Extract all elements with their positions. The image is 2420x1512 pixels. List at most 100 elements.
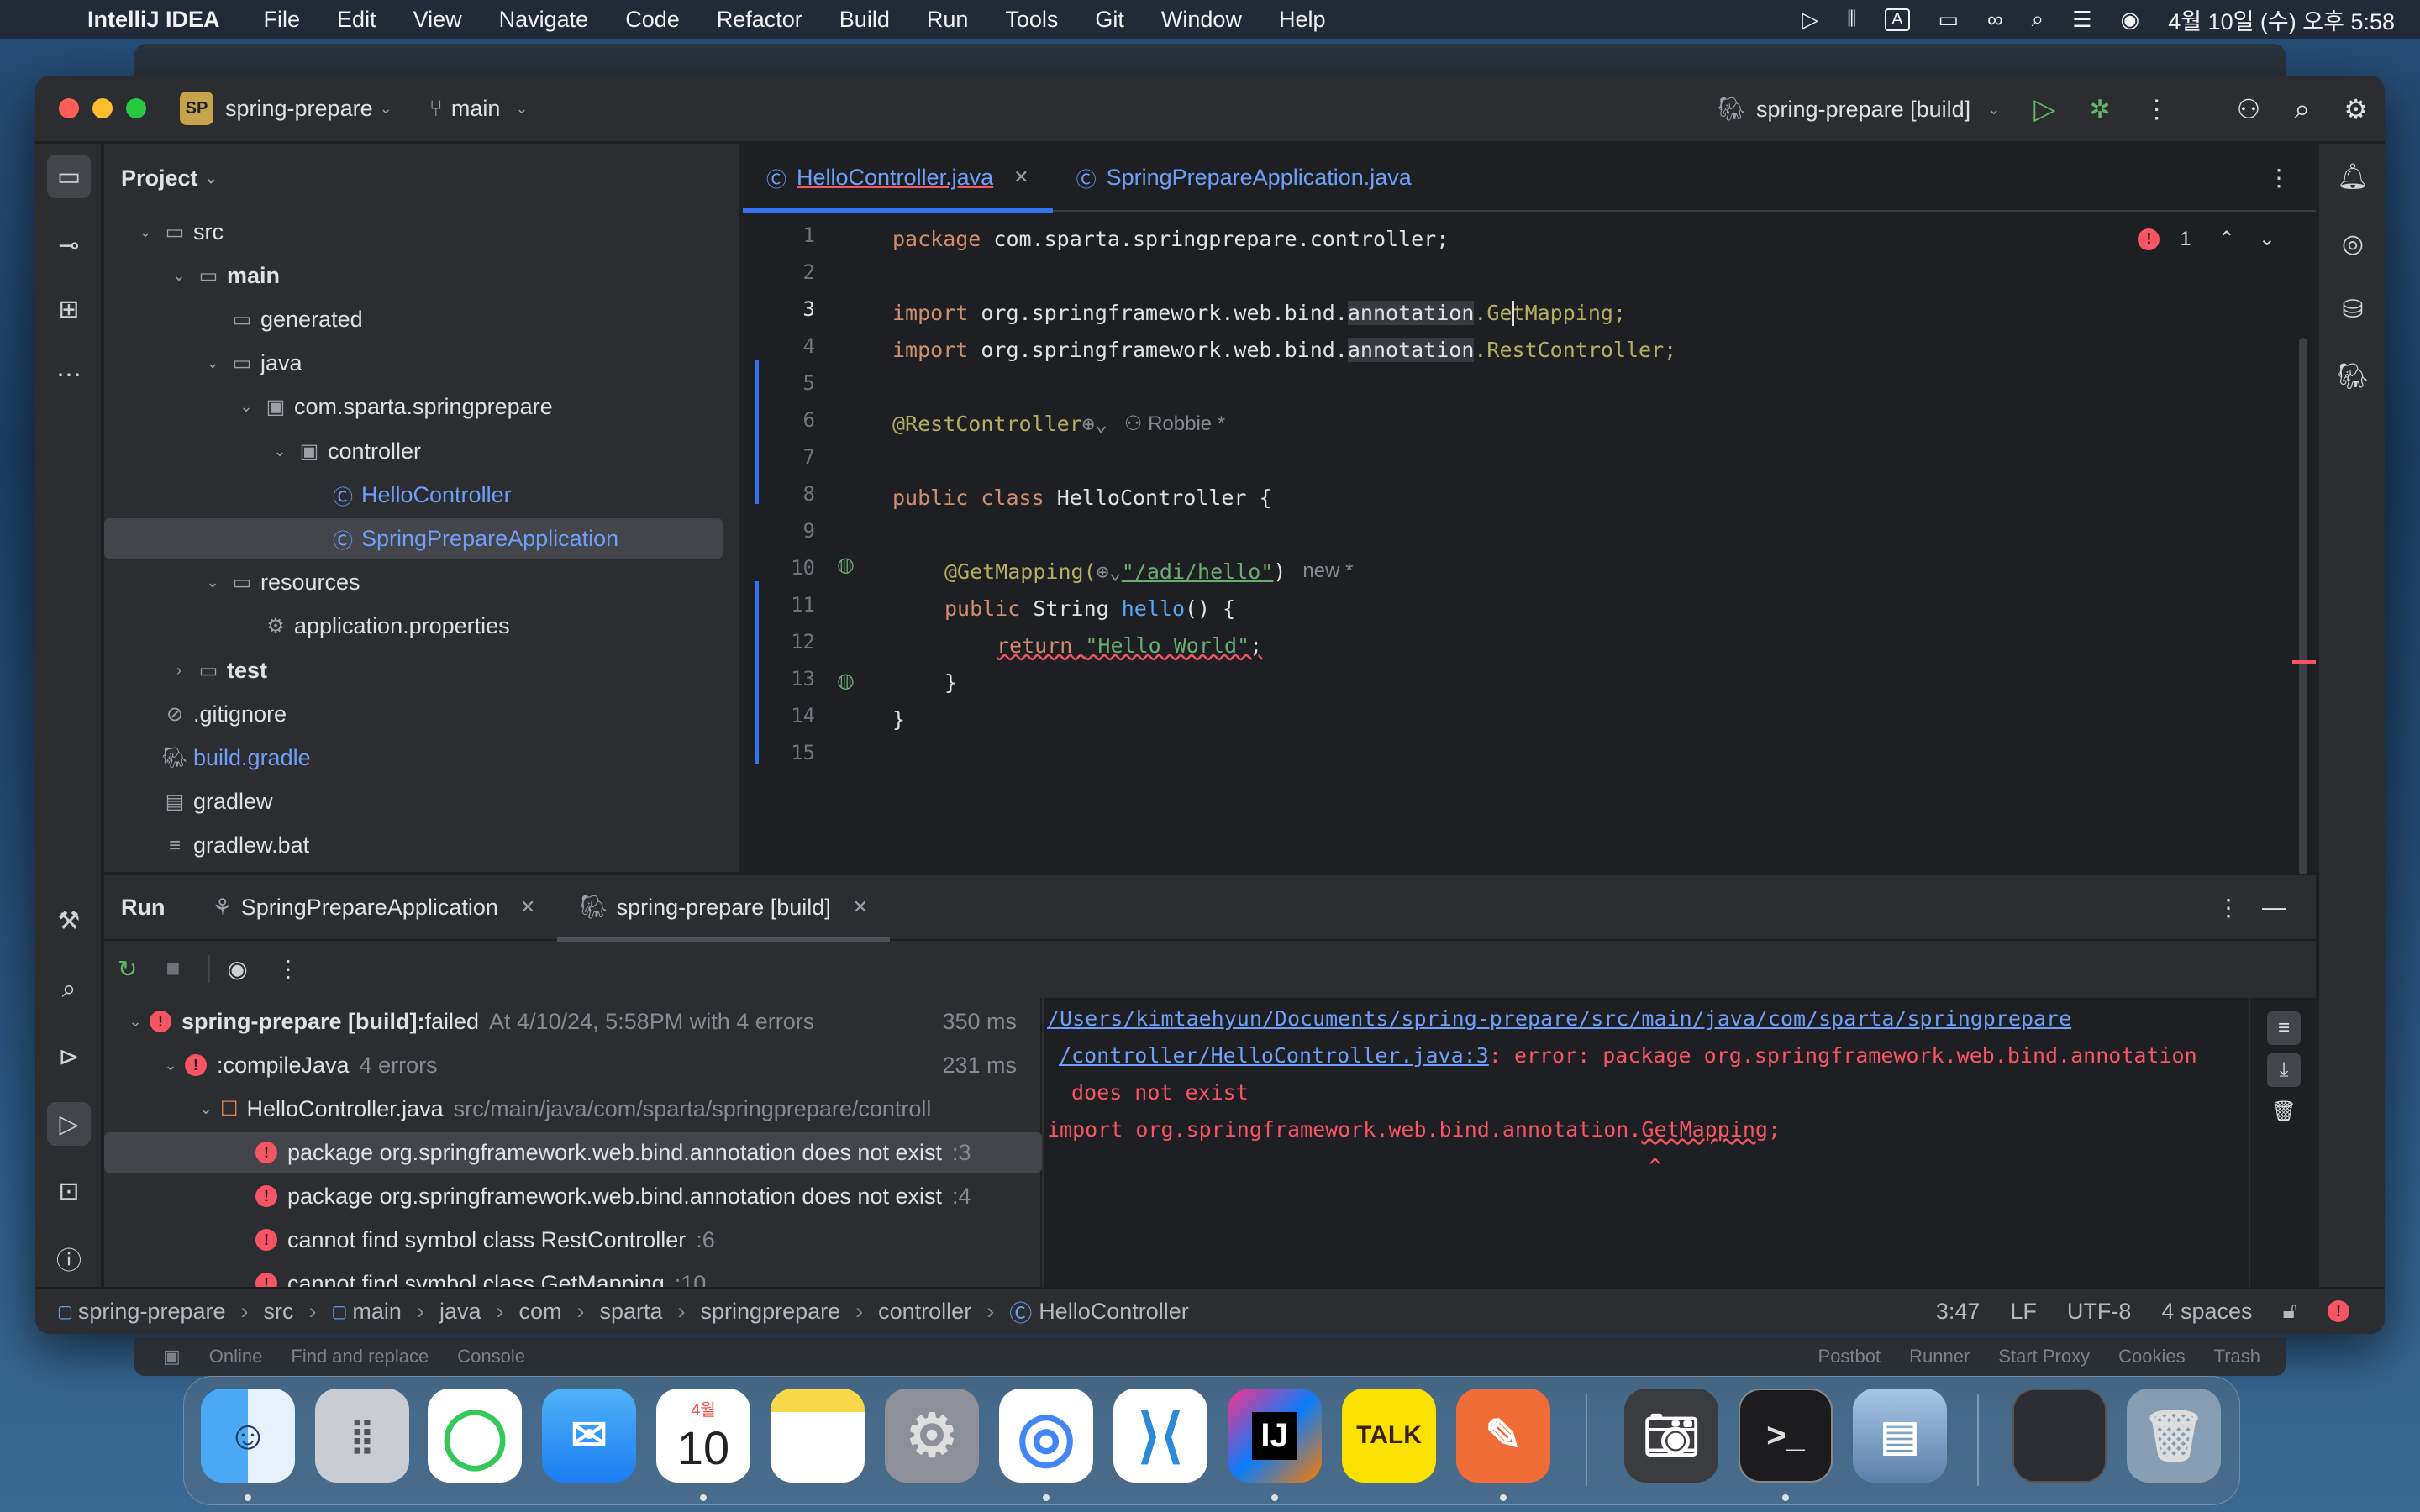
chevron-down-icon[interactable]: ⌄ bbox=[198, 354, 227, 372]
problems-icon[interactable]: ⓘ bbox=[47, 1236, 91, 1280]
branch-selector[interactable]: ⑂ main ⌄ bbox=[429, 96, 529, 122]
close-tab-icon[interactable]: ✕ bbox=[853, 896, 868, 918]
code-line-10[interactable]: @GetMapping(⊕⌄ "/adi/hello") new * bbox=[944, 553, 1353, 590]
tree-item[interactable]: ⌄ ▭ src bbox=[104, 212, 723, 252]
eye-icon[interactable]: ◉ bbox=[208, 954, 248, 983]
preview-icon[interactable]: ▤ bbox=[1853, 1389, 1947, 1483]
notifications-bell-icon[interactable]: 🔔︎ bbox=[2331, 155, 2375, 198]
tree-item[interactable]: ⚙ application.properties bbox=[104, 606, 723, 647]
tree-item[interactable]: 🐘︎ build.gradle bbox=[104, 738, 723, 778]
build-tree-row[interactable]: ⌄! spring-prepare [build]: failed At 4/10/… bbox=[104, 1001, 1042, 1042]
tree-item[interactable]: ≡ gradlew.bat bbox=[104, 826, 723, 866]
code-line-12[interactable]: return "Hello World"; bbox=[997, 627, 1262, 664]
scroll-to-end-icon[interactable]: ⤓ bbox=[2267, 1053, 2301, 1087]
breadcrumb-item[interactable]: springprepare bbox=[701, 1299, 841, 1325]
chevron-down-icon[interactable]: ⌄ bbox=[165, 267, 193, 285]
breadcrumb-item[interactable]: sparta bbox=[599, 1299, 662, 1325]
menu-navigate[interactable]: Navigate bbox=[499, 7, 589, 33]
breadcrumb-item[interactable]: java bbox=[439, 1299, 481, 1325]
debug-icon[interactable]: ✲ bbox=[2089, 95, 2110, 124]
menu-refactor[interactable]: Refactor bbox=[717, 7, 802, 33]
line-separator[interactable]: LF bbox=[2010, 1299, 2037, 1325]
settings-gear-icon[interactable]: ⚙ bbox=[2344, 93, 2368, 125]
gutter-endpoint-icon[interactable]: ◍ bbox=[837, 669, 855, 693]
ai-assistant-icon[interactable]: ◎ bbox=[2331, 222, 2375, 265]
clear-trash-icon[interactable]: 🗑︎ bbox=[2267, 1095, 2301, 1129]
menu-window[interactable]: Window bbox=[1161, 7, 1242, 33]
code-area[interactable]: package com.sparta.springprepare.control… bbox=[892, 213, 2279, 872]
run-tool-icon[interactable]: ▷ bbox=[47, 1102, 91, 1146]
editor-scrollbar[interactable] bbox=[2299, 338, 2307, 875]
menu-tools[interactable]: Tools bbox=[1005, 7, 1058, 33]
menu-build[interactable]: Build bbox=[839, 7, 890, 33]
chevron-down-icon[interactable]: ⌄ bbox=[156, 1057, 185, 1074]
file-link[interactable]: /controller/HelloController.java:3 bbox=[1059, 1043, 1489, 1068]
globe-icon[interactable]: ⊕⌄ bbox=[1097, 559, 1122, 584]
run-tab-build[interactable]: 🐘︎ spring-prepare [build] ✕ bbox=[557, 874, 891, 942]
error-stripe-mark[interactable] bbox=[2292, 660, 2316, 664]
project-folder-icon[interactable]: ▭ bbox=[47, 155, 91, 198]
rerun-icon[interactable]: ↻ bbox=[118, 955, 137, 983]
build-hammer-icon[interactable]: ⚒ bbox=[47, 899, 91, 942]
build-tree-row[interactable]: ! cannot find symbol class RestController… bbox=[104, 1220, 1042, 1260]
run-config-selector[interactable]: 🐘︎ spring-prepare [build] ⌄ bbox=[1718, 96, 2001, 123]
build-tree-row[interactable]: ! package org.springframework.web.bind.an… bbox=[104, 1132, 1042, 1173]
project-selector[interactable]: spring-prepare bbox=[225, 96, 373, 122]
tree-item[interactable]: ⌄ ▣ controller bbox=[104, 431, 723, 471]
chevron-down-icon[interactable]: ⌄ bbox=[232, 398, 260, 416]
code-line-1[interactable]: package com.sparta.springprepare.control… bbox=[892, 220, 1449, 257]
console-line[interactable]: /Users/kimtaehyun/Documents/spring-prepa… bbox=[1047, 1006, 2071, 1031]
system-settings-icon[interactable]: ⚙ bbox=[885, 1389, 979, 1483]
more-icon[interactable]: ⋮ bbox=[2144, 95, 2170, 124]
tree-item[interactable]: › ▭ test bbox=[104, 650, 723, 690]
notes-icon[interactable] bbox=[771, 1389, 865, 1483]
tree-item[interactable]: Ⓒ SpringPrepareApplication bbox=[104, 518, 723, 559]
terminal-icon[interactable]: >_ bbox=[1739, 1389, 1833, 1483]
project-panel-header[interactable]: Project ⌄ bbox=[104, 144, 739, 212]
chevron-down-icon[interactable]: ⌄ bbox=[121, 1013, 150, 1031]
chrome-icon[interactable]: ◎ bbox=[999, 1389, 1093, 1483]
services-icon[interactable]: ⊳ bbox=[47, 1035, 91, 1079]
menu-view[interactable]: View bbox=[413, 7, 462, 33]
tab-hello-controller[interactable]: Ⓒ HelloController.java ✕ bbox=[743, 144, 1053, 213]
gutter-bean-icon[interactable]: ◍ bbox=[837, 553, 855, 577]
tree-item[interactable]: ▤ gradlew bbox=[104, 782, 723, 822]
run-tab-spring-prepare-application[interactable]: ⚘ SpringPrepareApplication ✕ bbox=[190, 874, 557, 940]
close-tab-icon[interactable]: ✕ bbox=[520, 896, 535, 918]
breadcrumb-item[interactable]: HelloController bbox=[1039, 1299, 1189, 1325]
commit-icon[interactable]: ⊸ bbox=[47, 223, 91, 267]
close-window-button[interactable] bbox=[59, 98, 79, 118]
build-tree-row[interactable]: ! package org.springframework.web.bind.an… bbox=[104, 1176, 1042, 1216]
run-icon[interactable]: ▷ bbox=[2033, 92, 2055, 126]
app-menu[interactable]: IntelliJ IDEA bbox=[87, 7, 220, 33]
airpods-icon[interactable]: ⫴ bbox=[1847, 6, 1856, 33]
tree-item[interactable]: ⊘ .gitignore bbox=[104, 694, 723, 734]
menu-edit[interactable]: Edit bbox=[337, 7, 376, 33]
build-console[interactable]: /Users/kimtaehyun/Documents/spring-prepa… bbox=[1044, 998, 2316, 1289]
more-tools-icon[interactable]: ⋯ bbox=[47, 353, 91, 396]
siri-icon[interactable]: ◉ bbox=[2121, 7, 2140, 33]
project-badge[interactable]: SP bbox=[180, 92, 213, 125]
search-icon[interactable]: ⌕ bbox=[2032, 6, 2044, 33]
launchpad-icon[interactable]: ⣿ bbox=[315, 1389, 409, 1483]
build-tree-row[interactable]: ⌄!:compileJava 4 errors 231 ms bbox=[104, 1045, 1042, 1085]
breadcrumb-item[interactable]: src bbox=[264, 1299, 294, 1325]
tab-spring-prepare-application[interactable]: Ⓒ SpringPrepareApplication.java bbox=[1053, 144, 1435, 211]
menu-file[interactable]: File bbox=[264, 7, 301, 33]
build-tree-row[interactable]: ⌄ ☐ HelloController.java src/main/java/com/… bbox=[104, 1089, 1042, 1129]
breadcrumb-item[interactable]: com bbox=[518, 1299, 561, 1325]
gradle-icon[interactable]: 🐘︎ bbox=[2331, 354, 2375, 398]
link-icon[interactable]: ∞ bbox=[1987, 7, 2003, 33]
tree-item[interactable]: ⌄ ▭ resources bbox=[104, 563, 723, 603]
chevron-down-icon[interactable]: ⌄ bbox=[131, 223, 160, 241]
code-line-4[interactable]: import org.springframework.web.bind. anno… bbox=[892, 331, 1676, 368]
zoom-window-button[interactable] bbox=[126, 98, 146, 118]
breadcrumb-item[interactable]: controller bbox=[878, 1299, 971, 1325]
add-user-icon[interactable]: ⚇ bbox=[2237, 93, 2261, 125]
close-tab-icon[interactable]: ✕ bbox=[1013, 166, 1028, 188]
stop-icon[interactable]: ■ bbox=[166, 955, 180, 982]
file-link[interactable]: /Users/kimtaehyun/Documents/spring-prepa… bbox=[1047, 1006, 2071, 1031]
chevron-down-icon[interactable]: ⌄ bbox=[266, 443, 294, 460]
trash-icon[interactable]: 🗑︎ bbox=[2127, 1389, 2221, 1483]
menu-help[interactable]: Help bbox=[1279, 7, 1326, 33]
